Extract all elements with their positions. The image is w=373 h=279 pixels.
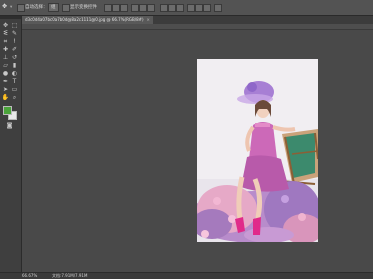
pen-tool-icon[interactable]: ✒: [2, 78, 9, 85]
align-right-icon[interactable]: [147, 4, 155, 12]
marquee-tool-icon[interactable]: ⬚: [11, 22, 18, 29]
dodge-tool-icon[interactable]: ◐: [11, 70, 18, 77]
options-bar: ✥ ▾ 自动选择： 组 显示变换控件: [0, 0, 373, 16]
eyedropper-tool-icon[interactable]: ⵑ: [11, 38, 18, 45]
photo-illustration: [197, 59, 318, 242]
foreground-color-swatch[interactable]: [3, 106, 12, 115]
move-tool-preset-icon[interactable]: ✥: [2, 3, 7, 10]
distribute-hcenter-icon[interactable]: [195, 4, 203, 12]
auto-select-label: 自动选择：: [25, 5, 48, 10]
distribute-bottom-icon[interactable]: [176, 4, 184, 12]
document-canvas-photo[interactable]: [197, 59, 318, 242]
path-select-tool-icon[interactable]: ➤: [2, 86, 9, 93]
shape-tool-icon[interactable]: ▭: [11, 86, 18, 93]
auto-select-checkbox[interactable]: [17, 4, 25, 12]
align-vcenter-icon[interactable]: [112, 4, 120, 12]
type-tool-icon[interactable]: T: [11, 78, 18, 85]
healing-brush-tool-icon[interactable]: ✚: [2, 46, 9, 53]
lasso-tool-icon[interactable]: ᓬ: [2, 30, 9, 37]
history-brush-tool-icon[interactable]: ↺: [11, 54, 18, 61]
document-tab[interactable]: d3c0d4a07bc0a7b0d@8a2c1111@0.jpg @ 66.7%…: [22, 16, 153, 24]
align-top-icon[interactable]: [104, 4, 112, 12]
auto-select-dropdown[interactable]: 组: [48, 3, 59, 12]
align-hcenter-icon[interactable]: [139, 4, 147, 12]
show-transform-checkbox[interactable]: [62, 4, 70, 12]
preset-dropdown-icon[interactable]: ▾: [10, 4, 12, 11]
move-tool-icon[interactable]: ✥: [2, 22, 9, 29]
zoom-tool-icon[interactable]: ⌕: [11, 94, 18, 101]
close-tab-icon[interactable]: ×: [147, 17, 150, 22]
tools-panel-grip[interactable]: [0, 16, 21, 19]
blur-tool-icon[interactable]: ●: [2, 70, 9, 77]
document-tab-bar: d3c0d4a07bc0a7b0d@8a2c1111@0.jpg @ 66.7%…: [22, 16, 373, 24]
brush-tool-icon[interactable]: ✐: [11, 46, 18, 53]
distribute-right-icon[interactable]: [203, 4, 211, 12]
zoom-level[interactable]: 66.67%: [22, 273, 37, 279]
gradient-tool-icon[interactable]: ▮: [11, 62, 18, 69]
quick-mask-icon[interactable]: ◙: [6, 122, 13, 129]
document-tab-title: d3c0d4a07bc0a7b0d@8a2c1111@0.jpg @ 66.7%…: [25, 17, 144, 22]
distribute-top-icon[interactable]: [160, 4, 168, 12]
align-left-icon[interactable]: [131, 4, 139, 12]
tools-panel: ✥ ⬚ ᓬ ✎ ⌗ ⵑ ✚ ✐ ⊥ ↺ ▱ ▮ ● ◐ ✒ T ➤ ▭ ✋ ⌕ ◙: [0, 16, 22, 272]
distribute-vcenter-icon[interactable]: [168, 4, 176, 12]
show-transform-label: 显示变换控件: [70, 5, 97, 10]
eraser-tool-icon[interactable]: ▱: [2, 62, 9, 69]
quick-select-tool-icon[interactable]: ✎: [11, 30, 18, 37]
clone-stamp-tool-icon[interactable]: ⊥: [2, 54, 9, 61]
align-bottom-icon[interactable]: [120, 4, 128, 12]
crop-tool-icon[interactable]: ⌗: [2, 38, 9, 45]
auto-align-layers-icon[interactable]: [214, 4, 222, 12]
document-info: 文档:7.91M/7.91M: [52, 273, 88, 278]
distribute-left-icon[interactable]: [187, 4, 195, 12]
hand-tool-icon[interactable]: ✋: [2, 94, 9, 101]
